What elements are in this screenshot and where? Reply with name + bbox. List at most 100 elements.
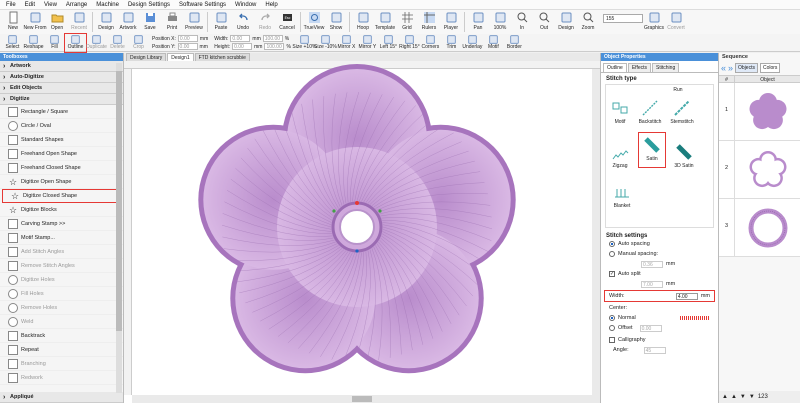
stitch-run[interactable]: Run: [666, 87, 690, 93]
stitch-satin[interactable]: Satin: [638, 132, 666, 168]
tab-effects[interactable]: Effects: [627, 63, 652, 72]
menu-design-settings[interactable]: Design Settings: [128, 2, 170, 8]
tool-freehand-open-shape[interactable]: Freehand Open Shape: [0, 147, 123, 161]
tool-remove-holes[interactable]: Remove Holes: [0, 301, 123, 315]
group-applique[interactable]: Appliqué: [0, 392, 123, 403]
delete-tool[interactable]: Delete: [107, 34, 128, 52]
group-digitize[interactable]: Digitize: [0, 94, 123, 105]
manual-spacing-radio[interactable]: [609, 251, 615, 257]
menu-file[interactable]: File: [6, 2, 16, 8]
tool-digitize-blocks[interactable]: ☆ Digitize Blocks: [0, 203, 123, 217]
stitch-backstitch[interactable]: Backstitch: [638, 99, 662, 125]
corners-tool[interactable]: Corners: [420, 34, 441, 52]
height-percent-field[interactable]: 100.00: [264, 43, 285, 50]
grid-tool[interactable]: Grid: [396, 10, 418, 34]
underlay-tool[interactable]: Underlay: [462, 34, 483, 52]
position-y-field[interactable]: 0.00: [177, 43, 198, 50]
center-offset-option[interactable]: Offset 0.00: [601, 323, 718, 333]
open-folder-tool[interactable]: Open: [46, 10, 68, 34]
sequence-row[interactable]: 2: [719, 141, 800, 199]
objects-button[interactable]: Objects: [735, 63, 758, 73]
center-offset-radio[interactable]: [609, 325, 615, 331]
group-edit-objects[interactable]: Edit Objects: [0, 83, 123, 94]
reshape-node[interactable]: [378, 209, 382, 213]
calligraphy-checkbox[interactable]: [609, 337, 615, 343]
zoom-design-tool[interactable]: Design: [555, 10, 577, 34]
graphics-tool[interactable]: Graphics: [643, 10, 665, 34]
tool-add-stitch-angles[interactable]: Add Stitch Angles: [0, 245, 123, 259]
width-percent-field[interactable]: 100.00: [262, 35, 283, 42]
reshape-node[interactable]: [332, 209, 336, 213]
size-up-tool[interactable]: Size +10%: [292, 34, 316, 52]
tool-fill-holes[interactable]: Fill Holes: [0, 287, 123, 301]
template-tool[interactable]: Template: [374, 10, 396, 34]
paste-tool[interactable]: Paste: [210, 10, 232, 34]
rotate-left-tool[interactable]: Left 15°: [378, 34, 399, 52]
toolbox-scrollbar[interactable]: [116, 63, 122, 393]
tool-motif-stamp[interactable]: Motif Stamp...: [0, 231, 123, 245]
tool-circle-oval[interactable]: Circle / Oval: [0, 119, 123, 133]
reshape-node[interactable]: [355, 201, 359, 205]
auto-split-option[interactable]: ✓ Auto split: [601, 269, 718, 279]
show-tool[interactable]: Show: [325, 10, 347, 34]
crop-tool[interactable]: Crop: [128, 34, 149, 52]
recent-tool[interactable]: Recent: [68, 10, 90, 34]
mirror-y-tool[interactable]: Mirror Y: [357, 34, 378, 52]
new-doc-tool[interactable]: New: [2, 10, 24, 34]
colors-button[interactable]: Colors: [759, 63, 781, 73]
calligraphy-option[interactable]: Calligraphy: [601, 335, 718, 345]
menu-edit[interactable]: Edit: [25, 2, 35, 8]
trueview-tool[interactable]: TrueView: [303, 10, 325, 34]
zoom-in-tool[interactable]: In: [511, 10, 533, 34]
size-height-field[interactable]: 0.00: [232, 43, 253, 50]
menu-help[interactable]: Help: [265, 2, 277, 8]
fill-tool[interactable]: Fill: [44, 34, 65, 52]
rotate-right-tool[interactable]: Right 15°: [399, 34, 420, 52]
stitch-3d-satin[interactable]: 3D Satin: [672, 143, 696, 169]
tab-design1[interactable]: Design1: [167, 53, 194, 61]
trim-tool[interactable]: Trim: [441, 34, 462, 52]
offset-field[interactable]: 0.00: [639, 324, 662, 332]
tab-design-library[interactable]: Design Library: [126, 53, 167, 61]
tool-weld[interactable]: Weld: [0, 315, 123, 329]
convert-tool[interactable]: Convert: [665, 10, 687, 34]
center-normal-radio[interactable]: [609, 315, 615, 321]
zoom-out-tool[interactable]: Out: [533, 10, 555, 34]
down-icon[interactable]: ▼: [740, 394, 746, 400]
tab-kitchen-scrubbie[interactable]: FTD kitchen scrubbie: [194, 53, 250, 61]
auto-split-field[interactable]: 7.00: [641, 280, 663, 288]
outline-tool[interactable]: Outline: [64, 33, 87, 53]
tool-digitize-closed-shape[interactable]: ☆ Digitize Closed Shape: [2, 189, 121, 203]
vertical-scrollbar[interactable]: [592, 69, 600, 395]
design-canvas[interactable]: [124, 61, 600, 403]
tool-backtrack[interactable]: Backtrack: [0, 329, 123, 343]
flower-design[interactable]: [124, 61, 600, 403]
stitch-blanket[interactable]: Blanket: [610, 183, 634, 209]
border-tool[interactable]: Border: [504, 34, 525, 52]
print-tool[interactable]: Print: [161, 10, 183, 34]
auto-spacing-radio[interactable]: [609, 241, 615, 247]
manual-spacing-field[interactable]: 0.36: [641, 260, 663, 268]
double-right-arrow-icon[interactable]: »: [728, 63, 733, 73]
up-icon[interactable]: ▲: [731, 394, 737, 400]
auto-split-checkbox[interactable]: ✓: [609, 271, 615, 277]
tool-digitize-open-shape[interactable]: ☆ Digitize Open Shape: [0, 175, 123, 189]
rulers-tool[interactable]: Rulers: [418, 10, 440, 34]
reshape-tool[interactable]: Reshape: [23, 34, 44, 52]
tool-freehand-closed-shape[interactable]: Freehand Closed Shape: [0, 161, 123, 175]
duplicate-tool[interactable]: Duplicate: [86, 34, 107, 52]
position-x-field[interactable]: 0.00: [177, 35, 198, 42]
hoop-tool[interactable]: Hoop: [352, 10, 374, 34]
menu-software-settings[interactable]: Software Settings: [179, 2, 226, 8]
stitch-zigzag[interactable]: Zigzag: [608, 143, 632, 169]
zoom-tool[interactable]: Zoom: [577, 10, 599, 34]
tool-redwork[interactable]: Redwork: [0, 371, 123, 385]
group-artwork[interactable]: Artwork: [0, 61, 123, 72]
tool-carving-stamp[interactable]: Carving Stamp >>: [0, 217, 123, 231]
width-field[interactable]: 4.00: [675, 292, 698, 300]
menu-window[interactable]: Window: [235, 2, 256, 8]
double-left-arrow-icon[interactable]: «: [721, 63, 726, 73]
design-tool[interactable]: Design: [95, 10, 117, 34]
tool-digitize-holes[interactable]: Digitize Holes: [0, 273, 123, 287]
group-auto-digitize[interactable]: Auto-Digitize: [0, 72, 123, 83]
